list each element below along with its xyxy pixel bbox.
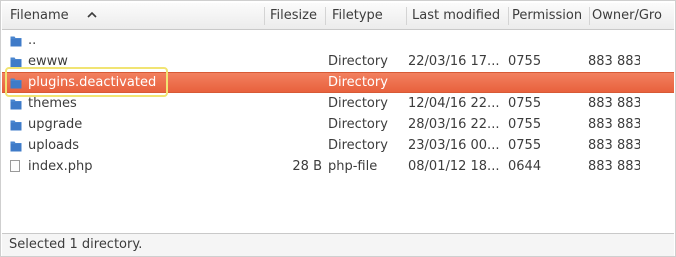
file-type: php-file [328,159,378,174]
file-modified: 12/04/16 22... [408,96,500,111]
file-modified: 08/01/12 18... [408,159,500,174]
column-header-permission[interactable]: Permission [512,3,590,29]
column-header-filename-label: Filename [10,8,69,23]
file-owner: 883 883 [588,54,640,69]
column-divider[interactable] [508,7,509,25]
file-permission: 0755 [508,117,542,132]
folder-icon [10,78,22,89]
file-permission: 0644 [508,159,542,174]
file-row[interactable]: index.php 28 B php-file 08/01/12 18... 0… [2,156,674,177]
file-modified [408,73,504,94]
file-type: Directory [328,138,388,153]
file-type: Directory [328,54,388,69]
file-type: Directory [328,117,388,132]
folder-icon [10,120,22,131]
file-icon [10,160,20,172]
file-type: Directory [328,75,388,90]
file-name: .. [28,33,37,48]
column-header-filesize[interactable]: Filesize [270,3,324,29]
file-permission [508,73,586,94]
file-size [268,135,322,156]
column-header-filetype[interactable]: Filetype [332,3,406,29]
column-header-filename[interactable]: Filename [10,3,260,29]
column-header-bar: Filename Filesize Filetype Last modified… [2,3,674,30]
status-text: Selected 1 directory. [9,237,143,252]
folder-icon [10,99,22,110]
file-row[interactable]: ewww Directory 22/03/16 17... 0755 883 8… [2,51,674,72]
file-owner: 883 883 [588,117,640,132]
file-name: plugins.deactivated [28,75,157,90]
file-permission: 0755 [508,138,542,153]
folder-icon [10,36,22,47]
file-row-selected[interactable]: plugins.deactivated Directory [2,72,674,93]
column-divider[interactable] [264,7,265,25]
column-header-last-modified[interactable]: Last modified [412,3,508,29]
file-size [268,114,322,135]
file-modified: 22/03/16 17... [408,54,500,69]
folder-icon [10,141,22,152]
status-bar: Selected 1 directory. [2,233,674,256]
file-owner: 883 883 [588,159,640,174]
file-name: uploads [28,138,80,153]
file-modified: 28/03/16 22... [408,117,500,132]
file-type: Directory [328,96,388,111]
column-divider[interactable] [589,7,590,25]
file-name: ewww [28,54,68,69]
file-row[interactable]: uploads Directory 23/03/16 00... 0755 88… [2,135,674,156]
file-name: themes [28,96,77,111]
folder-icon [10,57,22,68]
file-name: upgrade [28,117,83,132]
file-owner: 883 883 [588,138,640,153]
file-row[interactable]: upgrade Directory 28/03/16 22... 0755 88… [2,114,674,135]
file-row[interactable]: themes Directory 12/04/16 22... 0755 883… [2,93,674,114]
file-permission: 0755 [508,54,542,69]
file-row-parent[interactable]: .. [2,30,674,51]
file-size [268,73,322,94]
file-name: index.php [28,159,93,174]
file-permission: 0755 [508,96,542,111]
file-owner [588,73,640,94]
file-size [268,51,322,72]
file-modified: 23/03/16 00... [408,138,500,153]
column-divider[interactable] [325,7,326,25]
file-owner: 883 883 [588,96,640,111]
sort-up-icon [87,11,97,18]
column-divider[interactable] [406,7,407,25]
file-size: 28 B [292,159,322,174]
column-header-owner-group[interactable]: Owner/Gro [592,3,674,29]
file-size [268,93,322,114]
file-list-panel: Filename Filesize Filetype Last modified… [0,0,676,257]
